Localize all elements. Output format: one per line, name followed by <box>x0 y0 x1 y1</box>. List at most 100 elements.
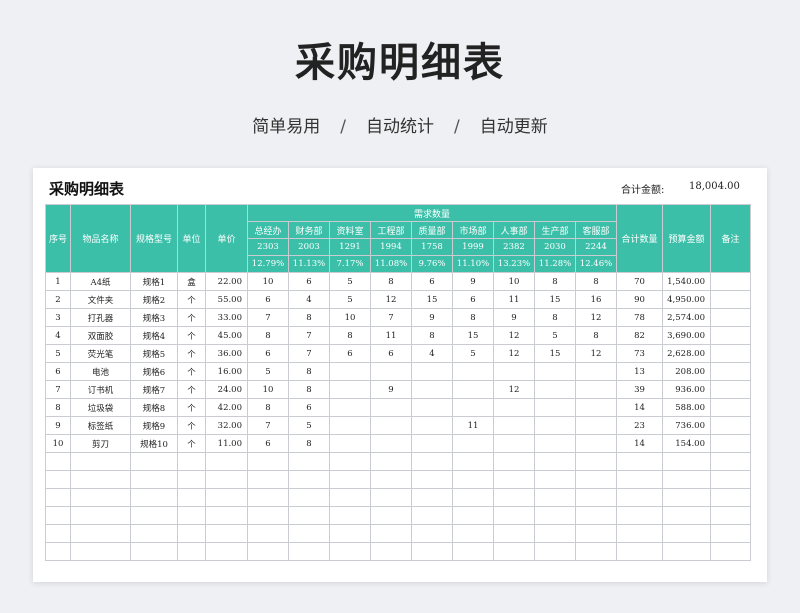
cell-qty: 6 <box>247 434 289 453</box>
cell-qty <box>288 542 330 561</box>
dept-name: 总经办 <box>247 221 289 239</box>
feature-easy: 简单易用 <box>252 117 321 137</box>
cell-amount <box>662 542 711 561</box>
table-row: 2 文件夹 规格2 个 55.00 6 4 5 12 15 6 11 15 16 90 4,950.00 <box>45 290 751 309</box>
cell-qty <box>370 416 412 435</box>
dept-percent: 13.23% <box>493 255 535 273</box>
dept-count: 1999 <box>452 238 494 256</box>
cell-total-qty: 39 <box>616 380 663 399</box>
cell-qty: 11 <box>370 326 412 345</box>
cell-no: 8 <box>45 398 71 417</box>
cell-no <box>45 470 71 489</box>
cell-amount: 208.00 <box>662 362 711 381</box>
cell-name: A4纸 <box>70 272 131 291</box>
cell-spec: 规格6 <box>130 362 178 381</box>
cell-remark <box>710 308 751 327</box>
cell-amount: 154.00 <box>662 434 711 453</box>
cell-amount: 3,690.00 <box>662 326 711 345</box>
feature-list: 简单易用 / 自动统计 / 自动更新 <box>0 112 800 137</box>
cell-qty <box>411 506 453 525</box>
cell-remark <box>710 362 751 381</box>
purchase-table: 序号 物品名称 规格型号 单位 单价 需求数量 合计数量 预算金额 备注 总经办… <box>45 204 751 561</box>
cell-qty: 8 <box>247 398 289 417</box>
cell-amount: 1,540.00 <box>662 272 711 291</box>
cell-qty: 8 <box>370 272 412 291</box>
cell-no <box>45 452 71 471</box>
cell-unit: 盒 <box>177 272 206 291</box>
cell-qty: 6 <box>452 290 494 309</box>
cell-total-qty: 82 <box>616 326 663 345</box>
cell-qty <box>329 434 371 453</box>
cell-remark <box>710 506 751 525</box>
cell-no: 5 <box>45 344 71 363</box>
cell-qty <box>534 434 576 453</box>
cell-name: 垃圾袋 <box>70 398 131 417</box>
feature-auto-stats: 自动统计 <box>366 117 434 137</box>
cell-qty <box>411 416 453 435</box>
cell-name: 打孔器 <box>70 308 131 327</box>
sheet-header: 采购明细表 合计金额: 18,004.00 <box>33 168 767 204</box>
cell-qty: 4 <box>411 344 453 363</box>
cell-qty <box>370 362 412 381</box>
cell-qty <box>452 362 494 381</box>
cell-price: 22.00 <box>205 272 248 291</box>
cell-spec: 规格4 <box>130 326 178 345</box>
cell-total-qty <box>616 452 663 471</box>
cell-price: 11.00 <box>205 434 248 453</box>
cell-qty <box>534 524 576 543</box>
cell-spec: 规格2 <box>130 290 178 309</box>
cell-unit: 个 <box>177 362 206 381</box>
cell-qty: 12 <box>370 290 412 309</box>
cell-total-qty: 73 <box>616 344 663 363</box>
dept-name: 人事部 <box>493 221 535 239</box>
cell-name: 剪刀 <box>70 434 131 453</box>
cell-spec <box>130 542 178 561</box>
cell-qty: 7 <box>247 416 289 435</box>
cell-spec: 规格7 <box>130 380 178 399</box>
cell-qty <box>452 506 494 525</box>
separator: / <box>454 117 460 137</box>
cell-qty: 8 <box>452 308 494 327</box>
cell-qty <box>534 452 576 471</box>
cell-qty: 8 <box>534 308 576 327</box>
table-row <box>45 506 751 525</box>
cell-total-qty: 23 <box>616 416 663 435</box>
cell-amount: 2,628.00 <box>662 344 711 363</box>
cell-qty <box>493 452 535 471</box>
cell-amount <box>662 506 711 525</box>
cell-qty <box>288 488 330 507</box>
cell-total-qty: 70 <box>616 272 663 291</box>
cell-qty <box>452 452 494 471</box>
cell-unit: 个 <box>177 344 206 363</box>
cell-price <box>205 488 248 507</box>
cell-no: 3 <box>45 308 71 327</box>
cell-qty <box>247 542 289 561</box>
cell-qty <box>575 524 617 543</box>
cell-qty: 12 <box>575 344 617 363</box>
cell-amount: 2,574.00 <box>662 308 711 327</box>
cell-qty <box>452 398 494 417</box>
table-row: 7 订书机 规格7 个 24.00 10 8 9 12 39 936.00 <box>45 380 751 399</box>
cell-qty <box>247 470 289 489</box>
cell-qty: 8 <box>288 362 330 381</box>
table-row: 10 剪刀 规格10 个 11.00 6 8 14 154.00 <box>45 434 751 453</box>
cell-qty <box>575 470 617 489</box>
cell-qty <box>452 524 494 543</box>
dept-count: 2382 <box>493 238 535 256</box>
cell-qty: 7 <box>288 344 330 363</box>
cell-name <box>70 542 131 561</box>
cell-no: 6 <box>45 362 71 381</box>
cell-remark <box>710 470 751 489</box>
cell-spec <box>130 506 178 525</box>
cell-spec: 规格10 <box>130 434 178 453</box>
cell-qty: 6 <box>247 290 289 309</box>
cell-qty <box>329 506 371 525</box>
cell-qty: 8 <box>329 326 371 345</box>
cell-price: 45.00 <box>205 326 248 345</box>
cell-qty <box>329 380 371 399</box>
cell-price: 32.00 <box>205 416 248 435</box>
cell-qty <box>370 470 412 489</box>
dept-count: 2003 <box>288 238 330 256</box>
header-amount: 预算金额 <box>662 204 711 273</box>
cell-qty <box>575 452 617 471</box>
